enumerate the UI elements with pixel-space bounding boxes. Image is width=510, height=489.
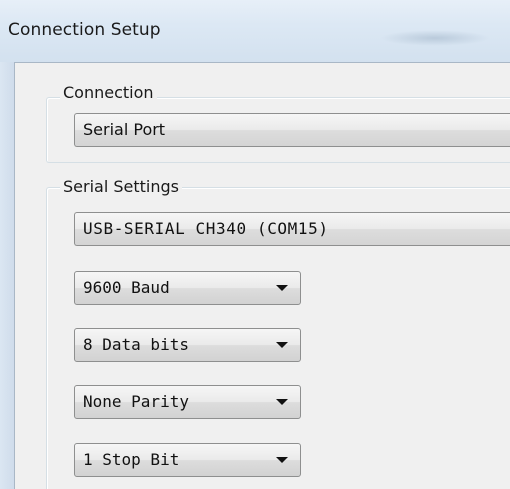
parity-dropdown[interactable]: None Parity — [74, 385, 301, 419]
connection-group-label: Connection — [60, 83, 157, 103]
parity-value: None Parity — [83, 392, 189, 411]
connection-setup-window: Connection Setup Connection Serial Port … — [0, 0, 510, 489]
stop-bits-value: 1 Stop Bit — [83, 450, 180, 469]
serial-port-dropdown[interactable]: USB-SERIAL CH340 (COM15) — [74, 212, 510, 246]
chevron-down-icon — [276, 399, 288, 405]
window-title: Connection Setup — [8, 20, 161, 40]
data-bits-dropdown[interactable]: 8 Data bits — [74, 328, 301, 362]
stop-bits-dropdown[interactable]: 1 Stop Bit — [74, 443, 301, 477]
data-bits-value: 8 Data bits — [83, 335, 189, 354]
baud-rate-value: 9600 Baud — [83, 278, 170, 297]
title-bar[interactable]: Connection Setup — [0, 0, 510, 62]
window-frame — [0, 62, 14, 489]
chevron-down-icon — [276, 457, 288, 463]
chevron-down-icon — [276, 285, 288, 291]
baud-rate-dropdown[interactable]: 9600 Baud — [74, 271, 301, 305]
dialog-body: Connection Serial Port Serial Settings U… — [14, 62, 510, 489]
connection-type-dropdown[interactable]: Serial Port — [74, 113, 510, 147]
chevron-down-icon — [276, 342, 288, 348]
serial-settings-group-label: Serial Settings — [60, 177, 182, 197]
